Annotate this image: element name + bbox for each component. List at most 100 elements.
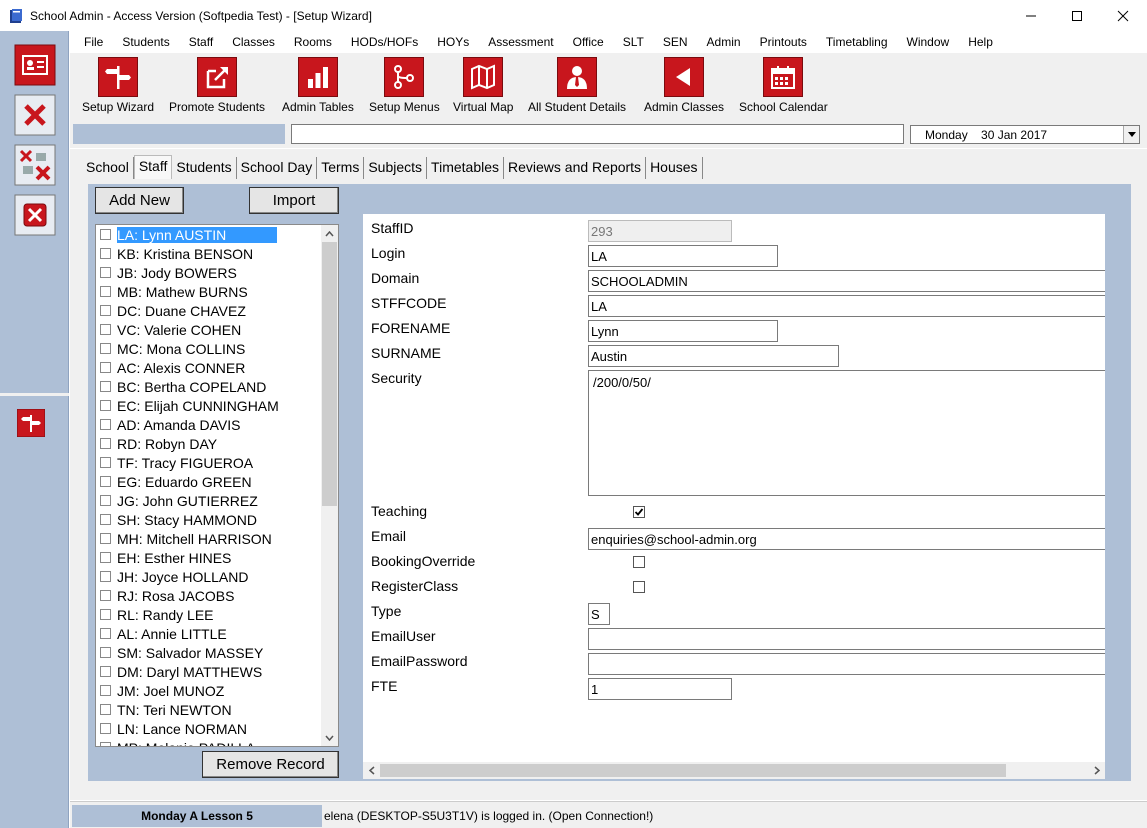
menu-timetabling[interactable]: Timetabling <box>826 35 888 49</box>
date-dropdown-button[interactable] <box>1123 126 1139 143</box>
menu-rooms[interactable]: Rooms <box>294 35 332 49</box>
registerclass-checkbox[interactable] <box>633 581 645 593</box>
list-item-checkbox[interactable] <box>100 742 111 746</box>
close-window-button[interactable] <box>1100 0 1146 31</box>
horizontal-scroll-thumb[interactable] <box>380 764 1006 777</box>
list-item[interactable]: RD: Robyn DAY <box>96 434 322 453</box>
scroll-up-arrow[interactable] <box>321 225 338 242</box>
emailpassword-field[interactable] <box>588 653 1105 675</box>
emailuser-field[interactable] <box>588 628 1105 650</box>
tab-staff[interactable]: Staff <box>133 155 173 179</box>
list-item[interactable]: SH: Stacy HAMMOND <box>96 510 322 529</box>
list-item-checkbox[interactable] <box>100 666 111 677</box>
list-item-checkbox[interactable] <box>100 552 111 563</box>
menu-students[interactable]: Students <box>122 35 169 49</box>
list-item[interactable]: JB: Jody BOWERS <box>96 263 322 282</box>
list-item-checkbox[interactable] <box>100 419 111 430</box>
list-item-checkbox[interactable] <box>100 685 111 696</box>
list-item-checkbox[interactable] <box>100 381 111 392</box>
menu-hoys[interactable]: HOYs <box>437 35 469 49</box>
list-item-checkbox[interactable] <box>100 400 111 411</box>
list-item[interactable]: MP: Melanie PADILLA <box>96 738 322 746</box>
remove-record-button[interactable]: Remove Record <box>202 751 339 778</box>
virtual-map-button[interactable]: Virtual Map <box>453 57 513 119</box>
tab-reviews-and-reports[interactable]: Reviews and Reports <box>504 157 647 179</box>
sidebar-delete-all-button[interactable] <box>14 144 56 186</box>
list-item[interactable]: SM: Salvador MASSEY <box>96 643 322 662</box>
list-item[interactable]: RL: Randy LEE <box>96 605 322 624</box>
scroll-right-arrow[interactable] <box>1088 762 1105 779</box>
menu-admin[interactable]: Admin <box>707 35 741 49</box>
setup-menus-button[interactable]: Setup Menus <box>369 57 440 119</box>
menu-window[interactable]: Window <box>907 35 950 49</box>
email-field[interactable]: enquiries@school-admin.org <box>588 528 1105 550</box>
staff-list[interactable]: LA: Lynn AUSTIN KB: Kristina BENSON JB: Jo… <box>95 224 339 747</box>
menu-office[interactable]: Office <box>573 35 604 49</box>
tab-houses[interactable]: Houses <box>646 157 703 179</box>
list-item[interactable]: JG: John GUTIERREZ <box>96 491 322 510</box>
list-item[interactable]: VC: Valerie COHEN <box>96 320 322 339</box>
list-item-checkbox[interactable] <box>100 704 111 715</box>
list-item[interactable]: AD: Amanda DAVIS <box>96 415 322 434</box>
list-item[interactable]: MC: Mona COLLINS <box>96 339 322 358</box>
scroll-thumb[interactable] <box>322 242 337 506</box>
list-item[interactable]: LA: Lynn AUSTIN <box>96 225 322 244</box>
scroll-down-arrow[interactable] <box>321 729 338 746</box>
tab-terms[interactable]: Terms <box>317 157 365 179</box>
list-item[interactable]: BC: Bertha COPELAND <box>96 377 322 396</box>
teaching-checkbox[interactable] <box>633 506 645 518</box>
minimize-button[interactable] <box>1008 0 1054 31</box>
sidebar-contact-card-button[interactable] <box>14 44 56 86</box>
stffcode-field[interactable]: LA <box>588 295 1105 317</box>
list-item[interactable]: TN: Teri NEWTON <box>96 700 322 719</box>
list-item-checkbox[interactable] <box>100 495 111 506</box>
menu-slt[interactable]: SLT <box>623 35 644 49</box>
list-item[interactable]: JM: Joel MUNOZ <box>96 681 322 700</box>
list-item[interactable]: EC: Elijah CUNNINGHAM <box>96 396 322 415</box>
list-item[interactable]: AC: Alexis CONNER <box>96 358 322 377</box>
type-field[interactable]: S <box>588 603 610 625</box>
sidebar-delete-button[interactable] <box>14 94 56 136</box>
list-item-checkbox[interactable] <box>100 647 111 658</box>
list-item-checkbox[interactable] <box>100 305 111 316</box>
import-button[interactable]: Import <box>249 187 339 214</box>
list-item-checkbox[interactable] <box>100 514 111 525</box>
add-new-button[interactable]: Add New <box>95 187 184 214</box>
promote-students-button[interactable]: Promote Students <box>169 57 265 119</box>
list-item-checkbox[interactable] <box>100 590 111 601</box>
tab-school-day[interactable]: School Day <box>236 157 318 179</box>
bookingoverride-checkbox[interactable] <box>633 556 645 568</box>
menu-hods-hofs[interactable]: HODs/HOFs <box>351 35 418 49</box>
list-item-checkbox[interactable] <box>100 343 111 354</box>
list-item-checkbox[interactable] <box>100 248 111 259</box>
menu-sen[interactable]: SEN <box>663 35 688 49</box>
sidebar-setup-wizard-button[interactable] <box>16 408 46 438</box>
list-item[interactable]: DC: Duane CHAVEZ <box>96 301 322 320</box>
list-item[interactable]: LN: Lance NORMAN <box>96 719 322 738</box>
menu-help[interactable]: Help <box>968 35 993 49</box>
list-item[interactable]: TF: Tracy FIGUEROA <box>96 453 322 472</box>
date-picker[interactable]: Monday 30 Jan 2017 <box>910 125 1140 144</box>
list-item[interactable]: EG: Eduardo GREEN <box>96 472 322 491</box>
admin-tables-button[interactable]: Admin Tables <box>282 57 354 119</box>
list-item[interactable]: KB: Kristina BENSON <box>96 244 322 263</box>
list-item-checkbox[interactable] <box>100 286 111 297</box>
filter-text-input[interactable] <box>291 124 904 144</box>
list-item-checkbox[interactable] <box>100 533 111 544</box>
form-horizontal-scrollbar[interactable] <box>363 762 1105 779</box>
admin-classes-button[interactable]: Admin Classes <box>644 57 724 119</box>
menu-printouts[interactable]: Printouts <box>760 35 807 49</box>
list-item[interactable]: DM: Daryl MATTHEWS <box>96 662 322 681</box>
setup-wizard-button[interactable]: Setup Wizard <box>82 57 154 119</box>
school-calendar-button[interactable]: School Calendar <box>739 57 828 119</box>
list-item-checkbox[interactable] <box>100 229 111 240</box>
maximize-button[interactable] <box>1054 0 1100 31</box>
staff-list-scrollbar[interactable] <box>321 225 338 746</box>
list-item-checkbox[interactable] <box>100 438 111 449</box>
fte-field[interactable]: 1 <box>588 678 732 700</box>
list-item-checkbox[interactable] <box>100 571 111 582</box>
list-item[interactable]: RJ: Rosa JACOBS <box>96 586 322 605</box>
list-item-checkbox[interactable] <box>100 267 111 278</box>
domain-field[interactable]: SCHOOLADMIN <box>588 270 1105 292</box>
menu-classes[interactable]: Classes <box>232 35 275 49</box>
